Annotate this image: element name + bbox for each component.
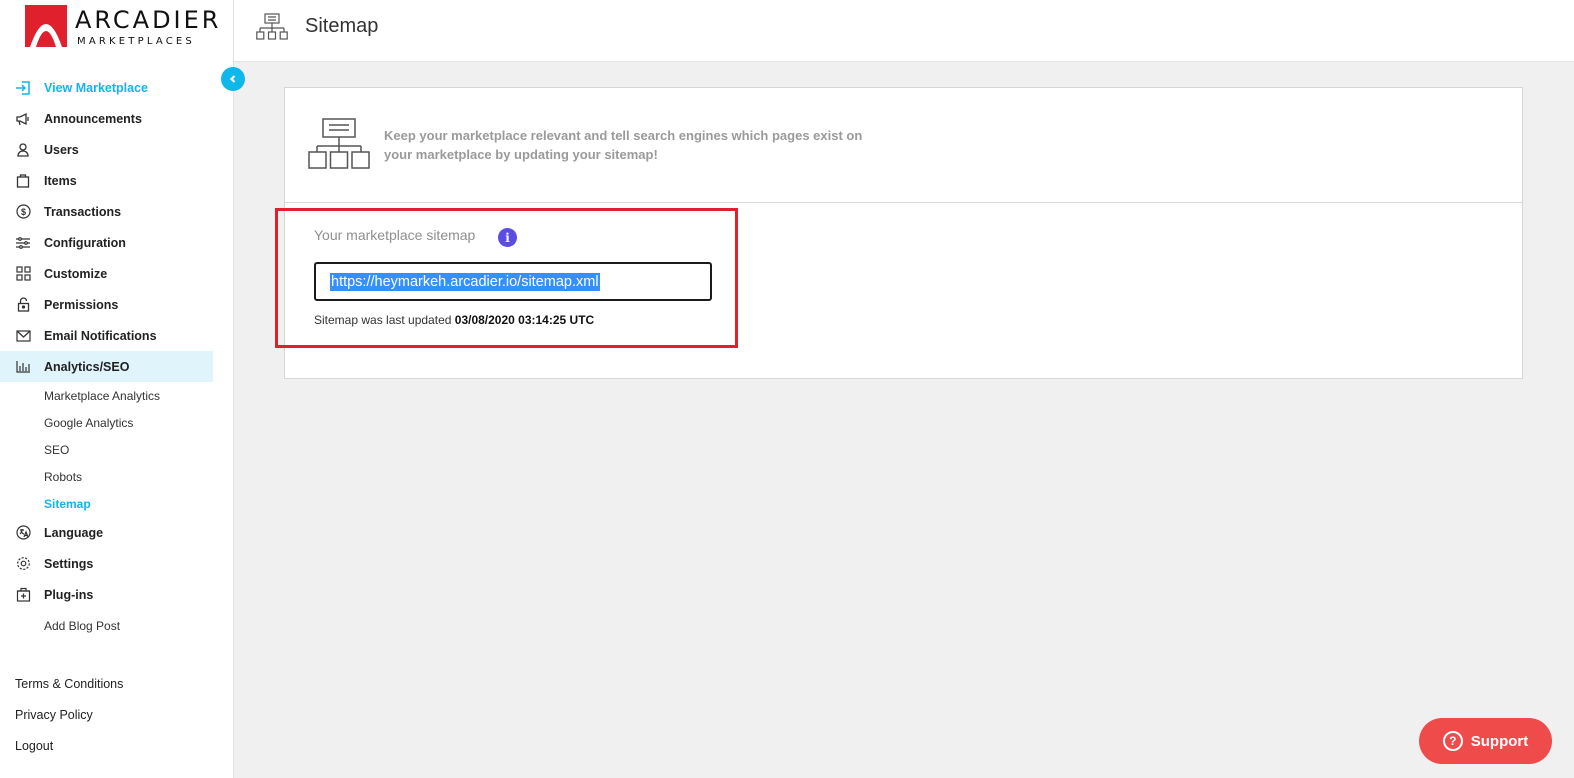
sidebar-item-label: Plug-ins xyxy=(44,587,94,602)
page-header: Sitemap xyxy=(234,0,1574,62)
enter-icon xyxy=(14,80,32,96)
sidebar-item-label: Settings xyxy=(44,556,94,571)
sliders-icon xyxy=(14,235,32,251)
sidebar-item-label: Permissions xyxy=(44,297,119,312)
sidebar-item-customize[interactable]: Customize xyxy=(0,258,213,289)
mail-icon xyxy=(14,328,32,344)
privacy-link[interactable]: Privacy Policy xyxy=(15,699,123,730)
sidebar-item-settings[interactable]: Settings xyxy=(0,548,213,579)
sidebar-item-language[interactable]: Language xyxy=(0,517,213,548)
grid-icon xyxy=(14,266,32,282)
megaphone-icon xyxy=(14,111,32,127)
sidebar-item-items[interactable]: Items xyxy=(0,165,213,196)
arcadier-logo-mark xyxy=(25,5,67,47)
sidebar-item-plugins[interactable]: Plug-ins xyxy=(0,579,213,610)
support-button[interactable]: ? Support xyxy=(1419,718,1552,764)
support-label: Support xyxy=(1470,732,1529,750)
plugin-icon xyxy=(14,587,32,603)
lock-icon xyxy=(14,297,32,313)
sidebar-subitem-add-blog-post[interactable]: Add Blog Post xyxy=(0,612,213,639)
sitemap-field-label: Your marketplace sitemap xyxy=(314,227,476,243)
chevron-left-icon xyxy=(229,75,236,83)
sidebar-footer-links: Terms & Conditions Privacy Policy Logout xyxy=(15,668,123,761)
sidebar-item-label: Customize xyxy=(44,266,108,281)
arcadier-logo[interactable]: ARCADIER MARKETPLACES xyxy=(25,5,218,50)
sidebar-item-label: Language xyxy=(44,525,104,540)
svg-text:$: $ xyxy=(20,207,25,217)
question-icon: ? xyxy=(1442,731,1463,751)
sidebar-item-label: Items xyxy=(44,173,77,188)
sidebar-nav: View Marketplace Announcements Users Ite… xyxy=(0,72,213,639)
info-icon[interactable]: i xyxy=(498,228,517,247)
sitemap-description: Keep your marketplace relevant and tell … xyxy=(384,128,863,162)
page-title: Sitemap xyxy=(305,15,379,37)
sidebar-item-transactions[interactable]: $ Transactions xyxy=(0,196,213,227)
sidebar-collapse-button[interactable] xyxy=(221,67,245,91)
sidebar-subitem-robots[interactable]: Robots xyxy=(0,463,213,490)
sidebar-subitem-marketplace-analytics[interactable]: Marketplace Analytics xyxy=(0,382,213,409)
gear-icon xyxy=(14,556,32,572)
sidebar-item-announcements[interactable]: Announcements xyxy=(0,103,213,134)
updated-value: 03/08/2020 03:14:25 UTC xyxy=(454,313,595,327)
sidebar-item-label: Users xyxy=(44,142,79,157)
sidebar-item-label: Email Notifications xyxy=(44,328,157,343)
language-icon xyxy=(14,525,32,541)
updated-prefix: Sitemap was last updated xyxy=(314,313,452,327)
sitemap-illustration-icon xyxy=(308,118,370,169)
sidebar-item-configuration[interactable]: Configuration xyxy=(0,227,213,258)
terms-link[interactable]: Terms & Conditions xyxy=(15,668,123,699)
sitemap-url-input[interactable]: https://heymarkeh.arcadier.io/sitemap.xm… xyxy=(314,262,712,301)
user-icon xyxy=(14,142,32,158)
sitemap-url-value: https://heymarkeh.arcadier.io/sitemap.xm… xyxy=(330,272,600,291)
dollar-icon: $ xyxy=(14,204,32,220)
sidebar: ARCADIER MARKETPLACES View Marketplace A… xyxy=(0,0,234,778)
brand-sub: MARKETPLACES xyxy=(77,36,195,47)
sidebar-subitem-google-analytics[interactable]: Google Analytics xyxy=(0,409,213,436)
sitemap-last-updated: Sitemap was last updated 03/08/2020 03:1… xyxy=(314,313,594,327)
sidebar-item-permissions[interactable]: Permissions xyxy=(0,289,213,320)
chart-icon xyxy=(14,359,32,375)
sidebar-item-email-notifications[interactable]: Email Notifications xyxy=(0,320,213,351)
sidebar-item-analytics-seo[interactable]: Analytics/SEO xyxy=(0,351,213,382)
sidebar-item-label: Analytics/SEO xyxy=(44,359,130,374)
logout-link[interactable]: Logout xyxy=(15,730,123,761)
brand-name: ARCADIER xyxy=(75,6,222,34)
sidebar-subitem-seo[interactable]: SEO xyxy=(0,436,213,463)
bag-icon xyxy=(14,173,32,189)
sidebar-item-view-marketplace[interactable]: View Marketplace xyxy=(0,72,213,103)
sidebar-item-label: Configuration xyxy=(44,235,126,250)
card-divider xyxy=(285,202,1522,203)
sidebar-item-users[interactable]: Users xyxy=(0,134,213,165)
sitemap-icon xyxy=(256,13,288,40)
sidebar-subitem-sitemap[interactable]: Sitemap xyxy=(0,490,213,517)
sidebar-item-label: Transactions xyxy=(44,204,122,219)
sidebar-item-label: View Marketplace xyxy=(44,80,148,95)
sidebar-item-label: Announcements xyxy=(44,111,142,126)
